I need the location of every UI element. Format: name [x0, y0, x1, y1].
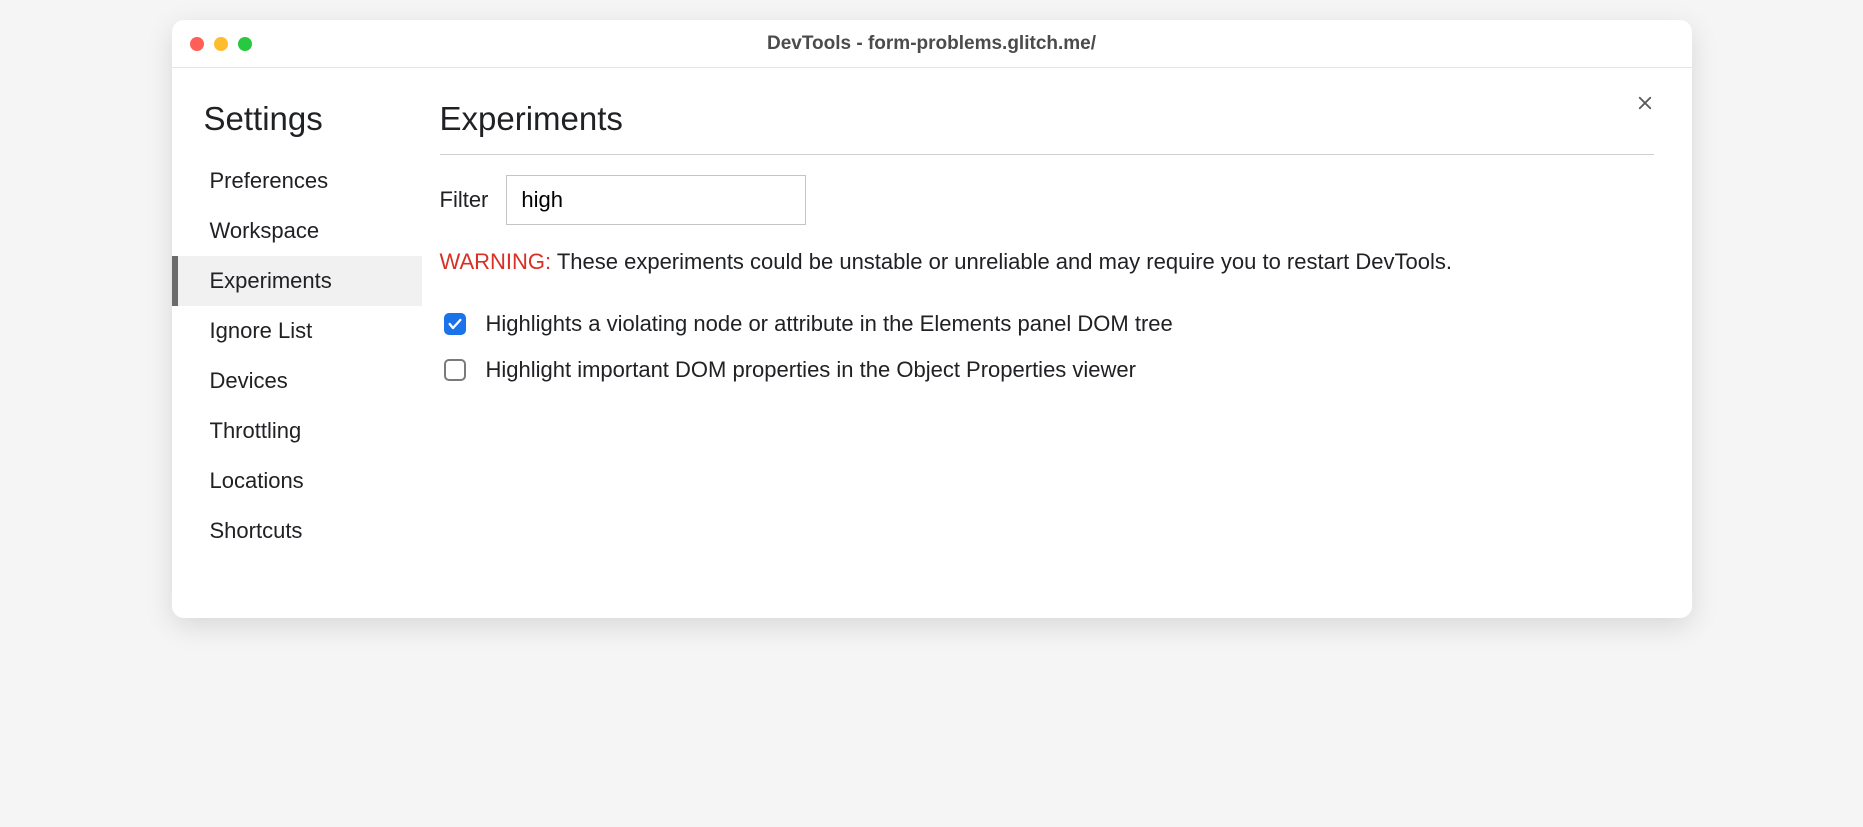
experiment-row: Highlight important DOM properties in th… [440, 347, 1654, 393]
experiment-checkbox[interactable] [444, 359, 466, 381]
filter-row: Filter [440, 175, 1654, 225]
traffic-lights [190, 37, 252, 51]
window-minimize-button[interactable] [214, 37, 228, 51]
experiment-label: Highlights a violating node or attribute… [486, 311, 1173, 337]
filter-label: Filter [440, 187, 489, 213]
window-close-button[interactable] [190, 37, 204, 51]
window-titlebar: DevTools - form-problems.glitch.me/ [172, 20, 1692, 68]
page-title: Experiments [440, 100, 1654, 154]
close-settings-button[interactable] [1632, 90, 1658, 116]
sidebar-item-ignore-list[interactable]: Ignore List [172, 306, 422, 356]
sidebar-item-label: Experiments [210, 268, 332, 293]
sidebar-item-locations[interactable]: Locations [172, 456, 422, 506]
experiment-checkbox[interactable] [444, 313, 466, 335]
sidebar-item-label: Ignore List [210, 318, 313, 343]
settings-sidebar: Settings Preferences Workspace Experiments… [172, 68, 422, 618]
filter-input[interactable] [506, 175, 806, 225]
window-title: DevTools - form-problems.glitch.me/ [172, 33, 1692, 55]
sidebar-item-throttling[interactable]: Throttling [172, 406, 422, 456]
close-icon [1636, 94, 1654, 112]
sidebar-item-experiments[interactable]: Experiments [172, 256, 422, 306]
experiment-row: Highlights a violating node or attribute… [440, 301, 1654, 347]
sidebar-item-label: Locations [210, 468, 304, 493]
sidebar-item-shortcuts[interactable]: Shortcuts [172, 506, 422, 556]
check-icon [447, 316, 463, 332]
warning-body: These experiments could be unstable or u… [551, 249, 1452, 274]
window-zoom-button[interactable] [238, 37, 252, 51]
warning-label: WARNING: [440, 249, 552, 274]
settings-main: Experiments Filter WARNING: These experi… [422, 68, 1692, 618]
sidebar-item-preferences[interactable]: Preferences [172, 156, 422, 206]
devtools-window: DevTools - form-problems.glitch.me/ Sett… [172, 20, 1692, 618]
experiment-label: Highlight important DOM properties in th… [486, 357, 1137, 383]
sidebar-item-label: Workspace [210, 218, 320, 243]
sidebar-title: Settings [172, 100, 422, 156]
divider [440, 154, 1654, 155]
sidebar-item-devices[interactable]: Devices [172, 356, 422, 406]
sidebar-item-label: Preferences [210, 168, 329, 193]
sidebar-item-label: Throttling [210, 418, 302, 443]
sidebar-item-label: Shortcuts [210, 518, 303, 543]
settings-panel: Settings Preferences Workspace Experiments… [172, 68, 1692, 618]
sidebar-item-workspace[interactable]: Workspace [172, 206, 422, 256]
sidebar-item-label: Devices [210, 368, 288, 393]
warning-text: WARNING: These experiments could be unst… [440, 247, 1654, 277]
